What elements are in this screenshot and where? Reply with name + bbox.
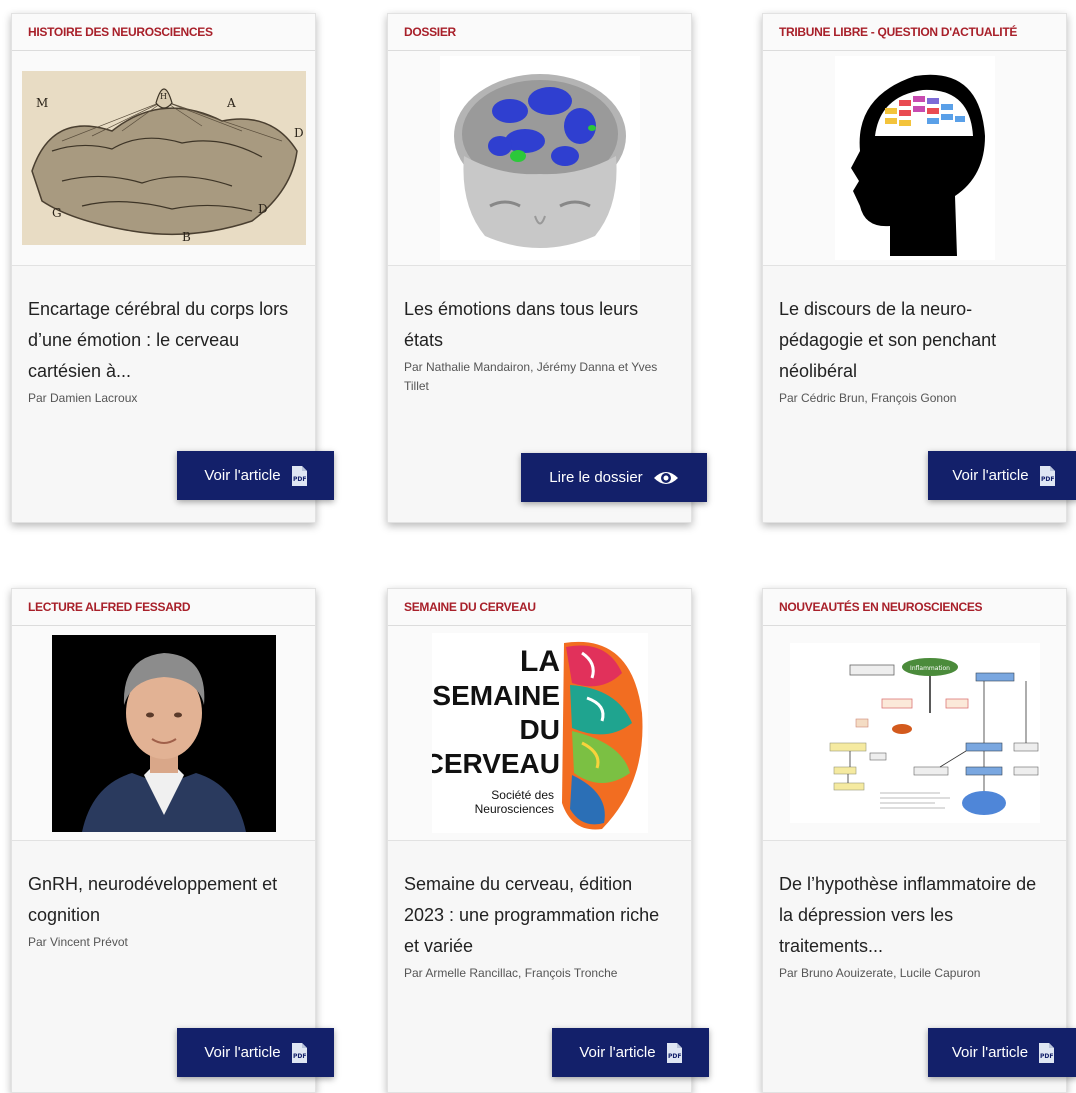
article-image[interactable] — [388, 51, 691, 266]
category-label[interactable]: SEMAINE DU CERVEAU — [404, 600, 536, 614]
article-authors: Par Vincent Prévot — [28, 935, 128, 949]
card-body: Semaine du cerveau, édition 2023 : une p… — [388, 841, 691, 983]
engraving-letter: B — [182, 230, 191, 244]
article-image[interactable] — [763, 51, 1066, 266]
article-authors: Par Nathalie Mandairon, Jérémy Danna et … — [404, 360, 658, 393]
button-label: Voir l'article — [951, 1044, 1029, 1061]
card-body: Les émotions dans tous leurs états Par N… — [388, 266, 691, 396]
article-authors: Par Bruno Aouizerate, Lucile Capuron — [779, 966, 981, 980]
logo-line: CERVEAU — [432, 748, 560, 779]
card-category-header: HISTOIRE DES NEUROSCIENCES — [12, 14, 315, 51]
article-title[interactable]: Encartage cérébral du corps lors d’une é… — [28, 294, 299, 387]
card-category-header: TRIBUNE LIBRE - QUESTION D'ACTUALITÉ — [763, 14, 1066, 51]
portrait-photo — [51, 634, 276, 832]
head-silhouette-colored-brain — [834, 56, 995, 260]
logo-line: LA — [520, 645, 560, 678]
diagram-label: Inflammation — [910, 665, 950, 672]
engraving-letter: M — [36, 96, 48, 110]
article-image[interactable]: M H A D G B D — [12, 51, 315, 266]
category-label[interactable]: DOSSIER — [404, 25, 456, 39]
historical-brain-engraving: M H A D G B D — [21, 71, 306, 245]
semaine-du-cerveau-logo: LA SEMAINE DU CERVEAU Société des Neuros… — [431, 633, 648, 833]
svg-text:PDF: PDF — [1040, 1053, 1053, 1060]
article-image[interactable]: LA SEMAINE DU CERVEAU Société des Neuros… — [388, 626, 691, 841]
category-label[interactable]: HISTOIRE DES NEUROSCIENCES — [28, 25, 213, 39]
logo-org: Neurosciences — [474, 802, 553, 816]
button-label: Voir l'article — [579, 1044, 656, 1061]
article-card: TRIBUNE LIBRE - QUESTION D'ACTUALITÉ Le … — [762, 13, 1076, 523]
card-body: De l’hypothèse inflammatoire de la dépre… — [763, 841, 1066, 983]
view-article-button[interactable]: Voir l'article PDF — [928, 1028, 1076, 1077]
svg-text:PDF: PDF — [668, 1053, 681, 1060]
article-title[interactable]: De l’hypothèse inflammatoire de la dépre… — [779, 869, 1050, 962]
button-label: Voir l'article — [204, 467, 281, 484]
card-body: Le discours de la neuro-pédagogie et son… — [763, 266, 1066, 408]
article-card: LECTURE ALFRED FESSARD GnRH, neurodévelo… — [11, 588, 334, 1093]
eye-icon — [653, 471, 678, 484]
button-label: Voir l'article — [204, 1044, 281, 1061]
article-card: DOSSIER Les émotions dans tous leurs éta… — [387, 13, 707, 523]
article-authors: Par Damien Lacroux — [28, 391, 138, 405]
engraving-letter: D — [294, 126, 304, 140]
engraving-letter: A — [226, 96, 236, 110]
logo-org: Société des — [491, 788, 554, 802]
category-label[interactable]: LECTURE ALFRED FESSARD — [28, 600, 191, 614]
svg-text:PDF: PDF — [293, 1053, 306, 1060]
pdf-icon: PDF — [1039, 465, 1055, 486]
view-article-button[interactable]: Voir l'article PDF — [177, 1028, 334, 1077]
inflammation-pathway-diagram: Inflammation — [789, 643, 1040, 823]
3d-brain-scan — [439, 56, 640, 260]
article-title[interactable]: Les émotions dans tous leurs états — [404, 294, 675, 356]
svg-text:PDF: PDF — [1041, 476, 1054, 483]
read-dossier-button[interactable]: Lire le dossier — [521, 453, 707, 502]
article-card: SEMAINE DU CERVEAU LA SEMAINE DU CERVEAU — [387, 588, 709, 1093]
article-card: NOUVEAUTÉS EN NEUROSCIENCES Inflammation — [762, 588, 1076, 1093]
card-category-header: LECTURE ALFRED FESSARD — [12, 589, 315, 626]
article-image[interactable]: Inflammation — [763, 626, 1066, 841]
engraving-letter: G — [52, 206, 62, 220]
button-label: Lire le dossier — [549, 469, 643, 486]
article-card: HISTOIRE DES NEUROSCIENCES M H A D G B D — [11, 13, 334, 523]
engraving-letter: H — [160, 92, 167, 101]
card-category-header: NOUVEAUTÉS EN NEUROSCIENCES — [763, 589, 1066, 626]
engraving-letter: D — [258, 202, 268, 216]
category-label[interactable]: TRIBUNE LIBRE - QUESTION D'ACTUALITÉ — [779, 25, 1017, 39]
card-body: Encartage cérébral du corps lors d’une é… — [12, 266, 315, 408]
logo-line: SEMAINE — [432, 680, 560, 711]
pdf-icon: PDF — [291, 465, 307, 486]
article-image[interactable] — [12, 626, 315, 841]
article-authors: Par Cédric Brun, François Gonon — [779, 391, 957, 405]
view-article-button[interactable]: Voir l'article PDF — [928, 451, 1076, 500]
article-title[interactable]: Semaine du cerveau, édition 2023 : une p… — [404, 869, 675, 962]
article-authors: Par Armelle Rancillac, François Tronche — [404, 966, 618, 980]
card-body: GnRH, neurodéveloppement et cognition Pa… — [12, 841, 315, 952]
logo-line: DU — [519, 714, 559, 745]
svg-text:PDF: PDF — [293, 476, 306, 483]
card-category-header: SEMAINE DU CERVEAU — [388, 589, 691, 626]
button-label: Voir l'article — [952, 467, 1029, 484]
category-label[interactable]: NOUVEAUTÉS EN NEUROSCIENCES — [779, 600, 983, 614]
pdf-icon: PDF — [1039, 1042, 1055, 1063]
view-article-button[interactable]: Voir l'article PDF — [177, 451, 334, 500]
article-title[interactable]: Le discours de la neuro-pédagogie et son… — [779, 294, 1050, 387]
view-article-button[interactable]: Voir l'article PDF — [552, 1028, 709, 1077]
card-category-header: DOSSIER — [388, 14, 691, 51]
pdf-icon: PDF — [666, 1042, 682, 1063]
pdf-icon: PDF — [291, 1042, 307, 1063]
article-title[interactable]: GnRH, neurodéveloppement et cognition — [28, 869, 299, 931]
